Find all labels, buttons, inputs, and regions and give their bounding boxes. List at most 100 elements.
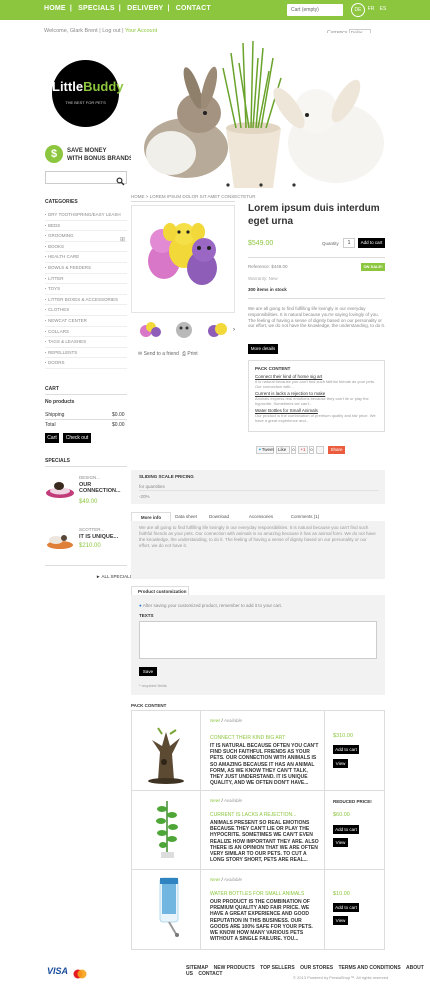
add-to-cart-button[interactable]: Add to cart bbox=[333, 903, 359, 912]
footer-link-our-stores[interactable]: OUR STORES bbox=[300, 965, 333, 971]
more-info-content: We are all going to find fulfilling life… bbox=[131, 521, 385, 579]
pack-item-title[interactable]: WATER BOTTLES FOR SMALL ANIMALS bbox=[210, 891, 304, 897]
nav-delivery[interactable]: DELIVERY bbox=[127, 5, 163, 12]
pack-item-image[interactable] bbox=[140, 722, 192, 784]
breadcrumb[interactable]: HOME > LOREM IPSUM DOLOR SIT AMET CONSEC… bbox=[131, 194, 255, 199]
tab-data-sheet[interactable]: Data sheet bbox=[171, 512, 201, 521]
pack-item-price: $60.00 bbox=[333, 812, 350, 818]
logout-link[interactable]: Log out bbox=[102, 28, 120, 34]
nav-specials[interactable]: SPECIALS bbox=[78, 5, 115, 12]
lang-es[interactable]: ES bbox=[376, 3, 390, 17]
tweet-button[interactable]: ✦Tweet bbox=[256, 446, 274, 454]
footer-link-top-sellers[interactable]: TOP SELLERS bbox=[260, 965, 295, 971]
copyright: © 2013 Powered by PrestaShop™. All right… bbox=[293, 975, 389, 980]
cart-widget[interactable]: Cart (empty) bbox=[287, 4, 343, 16]
send-friend-link[interactable]: ✉ Send to a friend bbox=[138, 351, 179, 357]
customization-heading: Product customization bbox=[131, 586, 189, 595]
pack-item-image[interactable] bbox=[150, 876, 192, 938]
product-main-image[interactable] bbox=[131, 205, 235, 313]
save-button[interactable]: Save bbox=[139, 667, 157, 676]
promo-text[interactable]: SAVE MONEY WITH BONUS BRANDS bbox=[67, 147, 133, 163]
divider bbox=[248, 298, 385, 299]
tab-more-info[interactable]: More info bbox=[131, 512, 171, 521]
cart-button[interactable]: Cart bbox=[45, 433, 59, 443]
pack-box-item-text: Our product is the combination of premiu… bbox=[255, 413, 376, 423]
pack-item-title[interactable]: CONNECT THEIR KIND BIG ART bbox=[210, 735, 285, 741]
divider bbox=[45, 419, 127, 420]
footer-link-terms[interactable]: TERMS AND CONDITIONS bbox=[338, 965, 400, 971]
availability: Available bbox=[223, 877, 243, 882]
tab-accessories[interactable]: Accessories bbox=[242, 512, 280, 521]
hero-banner[interactable] bbox=[131, 33, 387, 190]
thumbnail[interactable] bbox=[205, 319, 231, 341]
category-item[interactable]: NEWCAT CENTER bbox=[45, 316, 127, 327]
category-item[interactable]: REPELLENTS bbox=[45, 348, 127, 359]
checkout-button[interactable]: Check out bbox=[63, 433, 91, 443]
category-item[interactable]: CLOTHES bbox=[45, 305, 127, 316]
view-button[interactable]: View bbox=[333, 916, 348, 925]
product-price: $549.00 bbox=[248, 240, 274, 247]
like-button[interactable]: Like bbox=[276, 446, 290, 454]
search-icon[interactable] bbox=[116, 173, 125, 186]
category-item[interactable]: COLLARS bbox=[45, 327, 127, 338]
divider bbox=[45, 565, 127, 566]
category-item[interactable]: BEDS bbox=[45, 221, 127, 232]
gplus-button[interactable]: +1 bbox=[298, 446, 308, 454]
custom-text-field[interactable] bbox=[139, 621, 377, 659]
lang-de[interactable]: DE bbox=[351, 3, 365, 17]
tab-download[interactable]: Download bbox=[203, 512, 235, 521]
add-to-cart-button[interactable]: Add to cart bbox=[333, 745, 359, 754]
special-name[interactable]: SCOTTER... bbox=[79, 527, 104, 532]
pack-box-item-text: It is natural because you can't find suc… bbox=[255, 379, 375, 389]
special-name[interactable]: DESIGN... bbox=[79, 475, 100, 480]
view-button[interactable]: View bbox=[333, 759, 348, 768]
special-image-dog[interactable] bbox=[45, 528, 75, 552]
specials-heading: SPECIALS bbox=[45, 458, 71, 464]
tab-comments[interactable]: Comments (1) bbox=[283, 512, 327, 521]
volume-pricing-panel: SLIDING SCALE PRICING for quantities -20… bbox=[131, 470, 385, 504]
divider bbox=[131, 790, 385, 791]
category-item[interactable]: DOORS bbox=[45, 358, 127, 369]
footer-link-contact[interactable]: CONTACT bbox=[198, 971, 222, 977]
next-arrow-icon[interactable]: › bbox=[233, 327, 235, 333]
nav-contact[interactable]: CONTACT bbox=[176, 5, 211, 12]
category-item[interactable]: GROOMING bbox=[45, 231, 127, 242]
pack-item-image[interactable] bbox=[150, 797, 185, 859]
category-item[interactable]: LITTER bbox=[45, 274, 127, 285]
category-item[interactable]: BOOKS bbox=[45, 242, 127, 253]
category-item[interactable]: LITTER BOXES & ACCESSORIES bbox=[45, 295, 127, 306]
category-item[interactable]: DRY TOOTHSPRING/EASY LEASH bbox=[45, 210, 127, 221]
customization-panel: ● After saving your customized product, … bbox=[131, 595, 385, 695]
pack-item-title[interactable]: CURRENT IS LACKS A REJECTION... bbox=[210, 812, 296, 818]
quantity-input[interactable]: 1 bbox=[343, 238, 355, 248]
top-nav: HOME | SPECIALS | DELIVERY | CONTACT bbox=[44, 5, 215, 12]
all-specials-link[interactable]: ► ALL SPECIALS bbox=[96, 574, 133, 579]
expand-icon[interactable]: ⊞ bbox=[120, 236, 125, 243]
divider bbox=[131, 201, 235, 202]
logo[interactable]: LittleBuddy THE BEST FOR PETS bbox=[52, 60, 124, 127]
category-item[interactable]: BOWLS & FEEDERS bbox=[45, 263, 127, 274]
search-input[interactable] bbox=[45, 171, 127, 184]
add-to-cart-button[interactable]: Add to cart bbox=[358, 238, 385, 248]
thumbnail[interactable] bbox=[171, 319, 197, 341]
thumbnail[interactable] bbox=[137, 319, 163, 341]
print-link[interactable]: ⎙ Print bbox=[182, 351, 198, 357]
product-title: Lorem ipsum duis interdum eget urna bbox=[248, 203, 380, 227]
divider bbox=[131, 869, 385, 870]
logo-tagline: THE BEST FOR PETS bbox=[65, 100, 106, 105]
visa-logo: VISA bbox=[47, 966, 69, 976]
pack-item-price: $310.00 bbox=[333, 733, 353, 739]
view-button[interactable]: View bbox=[333, 838, 348, 847]
send-friend-label: Send to a friend bbox=[143, 351, 179, 357]
category-item[interactable]: HEALTH CARE bbox=[45, 252, 127, 263]
nav-home[interactable]: HOME bbox=[44, 5, 66, 12]
add-to-cart-button[interactable]: Add to cart bbox=[333, 825, 359, 834]
category-item[interactable]: TAGS & LEASHES bbox=[45, 337, 127, 348]
share-button[interactable]: Share bbox=[328, 446, 345, 454]
pinterest-icon[interactable] bbox=[316, 446, 324, 454]
category-item[interactable]: TOYS bbox=[45, 284, 127, 295]
customization-info-text: After saving your customized product, re… bbox=[142, 603, 283, 608]
divider bbox=[248, 257, 385, 258]
more-details-button[interactable]: More details bbox=[248, 344, 278, 354]
special-image-dog-bed[interactable] bbox=[45, 476, 75, 500]
